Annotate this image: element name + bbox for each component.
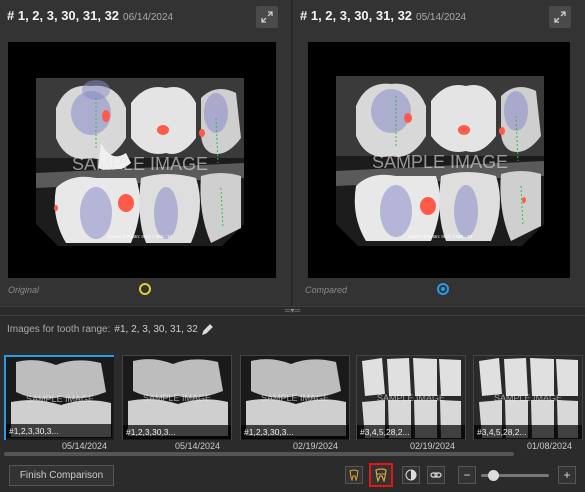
tooth-range-title: # 1, 2, 3, 30, 31, 32 (300, 8, 413, 23)
thumbnail[interactable]: SAMPLE IMAGE #1,2,3,30,3... (122, 355, 232, 440)
resize-divider[interactable]: ═▾═ (0, 306, 585, 316)
watermark-text: SAMPLE IMAGE (377, 393, 445, 403)
thumbnail-date: 05/14/2024 (175, 441, 221, 451)
thumbnail[interactable]: SAMPLE IMAGE #1,2,3,30,3... (4, 355, 114, 440)
watermark-text: SAMPLE IMAGE (143, 393, 211, 403)
radio-dot (441, 287, 445, 291)
tooth-view-button[interactable] (345, 466, 363, 484)
link-icon (430, 472, 442, 478)
original-panel: # 1, 2, 3, 30, 31, 32 06/14/2024 SAMPLE … (0, 0, 292, 306)
link-button[interactable] (427, 466, 445, 484)
compared-radio[interactable] (437, 283, 449, 295)
watermark-text: SAMPLE IMAGE (72, 154, 208, 174)
panel-header: # 1, 2, 3, 30, 31, 32 05/14/2024 (300, 8, 466, 28)
thumbnail[interactable]: SAMPLE IMAGE #3,4,5,28,2... (473, 355, 583, 440)
tooth-range-row: Images for tooth range: #1, 2, 3, 30, 31… (7, 323, 214, 335)
thumbnail[interactable]: SAMPLE IMAGE #1,2,3,30,3... (240, 355, 350, 440)
thumbnail-caption: #1,2,3,30,3... (6, 424, 112, 438)
thumbnail-caption: #1,2,3,30,3... (123, 425, 231, 439)
original-label: Original (8, 285, 40, 295)
original-radio[interactable] (139, 283, 151, 295)
finish-comparison-button[interactable]: Finish Comparison (9, 465, 114, 486)
footer-toolbar: Finish Comparison − + (0, 458, 585, 492)
zoom-slider[interactable] (481, 470, 549, 481)
panel-header: # 1, 2, 3, 30, 31, 32 06/14/2024 (7, 8, 173, 28)
xray-image: SAMPLE IMAGE Caries: 6 Restn: Impl: 2 BB… (336, 76, 544, 246)
range-value: #1, 2, 3, 30, 31, 32 (114, 323, 198, 335)
scrollbar-thumb[interactable] (4, 452, 514, 456)
tooth-icon (349, 469, 359, 481)
thumbnail-strip: SAMPLE IMAGE #1,2,3,30,3... SAMPLE IMAGE… (4, 355, 585, 440)
thumbnail[interactable]: SAMPLE IMAGE #3,4,5,28,2... (356, 355, 466, 440)
image-date: 05/14/2024 (416, 12, 467, 23)
pencil-icon[interactable] (201, 323, 214, 335)
thumbnail-date: 05/14/2024 (62, 441, 108, 451)
overlay-caption: Caries: 6 Restn: Impl: 2 BBL: 10 (108, 234, 173, 239)
expand-icon (554, 11, 566, 23)
tooth-grid-button[interactable] (369, 463, 393, 487)
xray-viewer[interactable]: SAMPLE IMAGE Caries: 6 Restn: Impl: 2 BB… (308, 42, 570, 278)
watermark-text: SAMPLE IMAGE (372, 152, 508, 172)
thumbnail-date: 01/08/2024 (527, 441, 573, 451)
drag-handle-icon: ═▾═ (284, 306, 301, 315)
watermark-text: SAMPLE IMAGE (494, 393, 562, 403)
zoom-out-button[interactable]: − (458, 466, 476, 484)
thumbnail-caption: #1,2,3,30,3... (241, 425, 349, 439)
watermark-text: SAMPLE IMAGE (26, 394, 94, 404)
watermark-text: SAMPLE IMAGE (261, 393, 329, 403)
thumbnail-caption: #3,4,5,28,2... (474, 425, 582, 439)
expand-button[interactable] (256, 6, 278, 28)
range-label: Images for tooth range: (7, 323, 111, 335)
tooth-range-title: # 1, 2, 3, 30, 31, 32 (7, 8, 120, 23)
contrast-icon (405, 469, 417, 481)
zoom-in-button[interactable]: + (558, 466, 576, 484)
contrast-button[interactable] (402, 466, 420, 484)
compared-label: Compared (305, 285, 348, 295)
tooth-grid-icon (375, 468, 387, 482)
xray-viewer[interactable]: SAMPLE IMAGE Caries: 6 Restn: Impl: 2 BB… (8, 42, 276, 278)
thumbnail-scrollbar[interactable] (4, 452, 581, 456)
expand-icon (261, 11, 273, 23)
thumbnail-date: 02/19/2024 (293, 441, 339, 451)
zoom-slider-knob[interactable] (488, 470, 499, 481)
thumbnail-date: 02/19/2024 (410, 441, 456, 451)
overlay-caption: Caries: 6 Restn: Impl: 2 BBL: 10 (408, 234, 473, 239)
xray-image: SAMPLE IMAGE Caries: 6 Restn: Impl: 2 BB… (36, 78, 244, 246)
image-date: 06/14/2024 (123, 12, 174, 23)
expand-button[interactable] (549, 6, 571, 28)
compared-panel: # 1, 2, 3, 30, 31, 32 05/14/2024 SAMPLE … (293, 0, 585, 306)
thumbnail-caption: #3,4,5,28,2... (357, 425, 465, 439)
